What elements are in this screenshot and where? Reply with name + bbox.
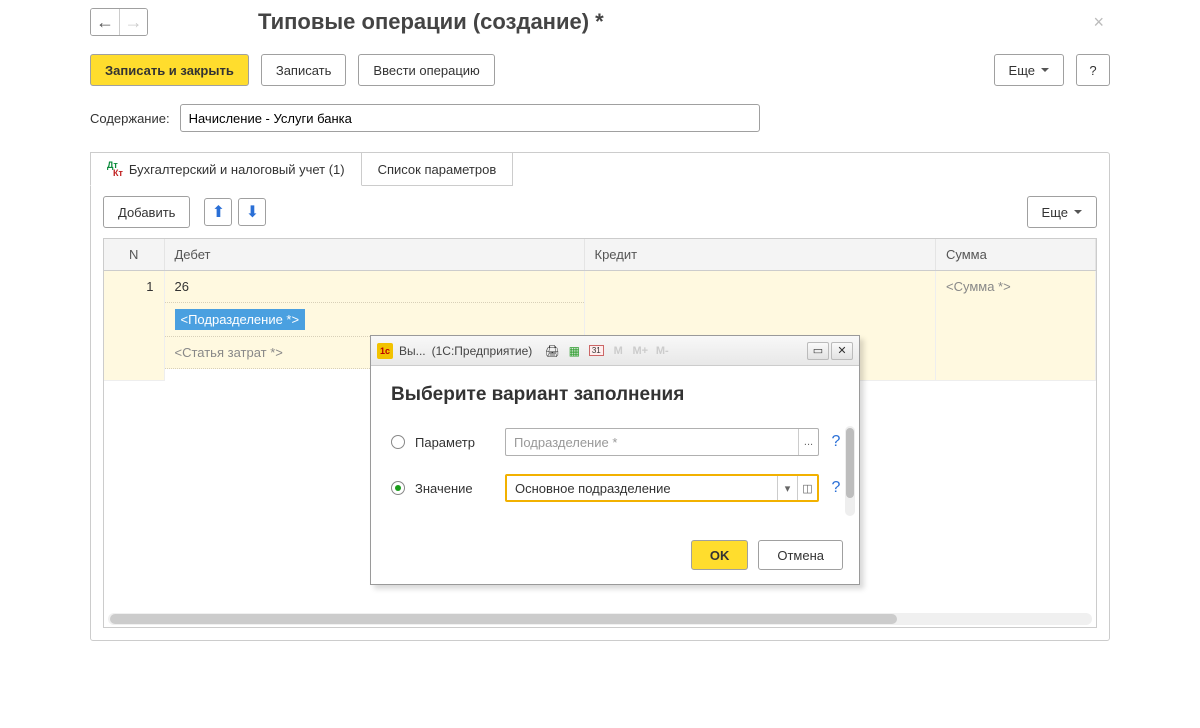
col-sum-header[interactable]: Сумма [936, 239, 1096, 271]
row-number: 1 [104, 271, 164, 381]
move-up-button[interactable]: ⬆ [204, 198, 232, 226]
dialog-cancel-button[interactable]: Отмена [758, 540, 843, 570]
nav-back-button[interactable]: ← [91, 9, 119, 35]
sum-cell[interactable]: <Сумма *> [936, 271, 1095, 381]
enter-operation-button[interactable]: Ввести операцию [358, 54, 494, 86]
memory-m-button[interactable]: M [608, 342, 628, 360]
col-debit-header[interactable]: Дебет [164, 239, 584, 271]
debit-account-cell[interactable]: 26 [165, 271, 584, 303]
dialog-heading: Выберите вариант заполнения [391, 384, 843, 406]
arrow-down-icon: ⬇ [246, 202, 259, 222]
save-button[interactable]: Записать [261, 54, 347, 86]
dialog-title-short: Вы... [399, 344, 426, 358]
col-credit-header[interactable]: Кредит [584, 239, 936, 271]
dialog-ok-button[interactable]: OK [691, 540, 749, 570]
calculator-icon[interactable]: ▦ [564, 342, 584, 360]
parameter-combo-more-button[interactable]: ... [798, 429, 818, 455]
calendar-icon[interactable]: 31 [586, 342, 606, 360]
dialog-scrollbar[interactable] [845, 426, 855, 516]
radio-parameter-label: Параметр [415, 435, 495, 450]
help-button[interactable]: ? [1076, 54, 1110, 86]
debit-subdivision-cell[interactable]: <Подразделение *> [175, 309, 306, 330]
value-combo[interactable]: Основное подразделение ▾ ◫ [505, 474, 819, 502]
memory-mminus-button[interactable]: M- [652, 342, 672, 360]
radio-parameter[interactable] [391, 435, 405, 449]
app-1c-icon: 1c [377, 343, 393, 359]
tab-accounting[interactable]: ДтКт Бухгалтерский и налоговый учет (1) [90, 152, 362, 186]
dialog-minimize-button[interactable]: ▭ [807, 342, 829, 360]
radio-value[interactable] [391, 481, 405, 495]
value-combo-open-button[interactable]: ◫ [797, 476, 817, 500]
tab-parameters-label: Список параметров [378, 162, 497, 177]
radio-value-label: Значение [415, 481, 495, 496]
save-and-close-button[interactable]: Записать и закрыть [90, 54, 249, 86]
content-input[interactable] [180, 104, 760, 132]
value-help-icon[interactable]: ? [829, 479, 843, 497]
move-down-button[interactable]: ⬇ [238, 198, 266, 226]
value-combo-text: Основное подразделение [507, 481, 777, 496]
col-n-header[interactable]: N [104, 239, 164, 271]
arrow-up-icon: ⬆ [212, 202, 225, 222]
panel-more-button[interactable]: Еще [1027, 196, 1097, 228]
nav-buttons: ← → [90, 8, 148, 36]
debit-subdivision-cell-wrap[interactable]: <Подразделение *> [165, 303, 584, 337]
horizontal-scrollbar[interactable] [108, 613, 1092, 625]
content-label: Содержание: [90, 111, 170, 126]
more-button[interactable]: Еще [994, 54, 1064, 86]
dialog-close-button[interactable]: ✕ [831, 342, 853, 360]
add-button[interactable]: Добавить [103, 196, 190, 228]
value-combo-dropdown-button[interactable]: ▾ [777, 476, 797, 500]
dialog-title-long: (1С:Предприятие) [432, 344, 533, 358]
parameter-help-icon[interactable]: ? [829, 433, 843, 451]
parameter-combo-text: Подразделение * [506, 435, 798, 450]
parameter-combo[interactable]: Подразделение * ... [505, 428, 819, 456]
memory-mplus-button[interactable]: M+ [630, 342, 650, 360]
tab-accounting-label: Бухгалтерский и налоговый учет (1) [129, 162, 345, 177]
nav-forward-button[interactable]: → [119, 9, 147, 35]
page-title: Типовые операции (создание) * [258, 9, 604, 35]
fill-variant-dialog: 1c Вы... (1С:Предприятие) 🖨 ▦ 31 M M+ M-… [370, 335, 860, 585]
dt-kt-icon: ДтКт [107, 161, 123, 177]
close-icon[interactable]: × [1087, 12, 1110, 33]
print-icon[interactable]: 🖨 [542, 342, 562, 360]
tab-parameters[interactable]: Список параметров [361, 152, 514, 186]
